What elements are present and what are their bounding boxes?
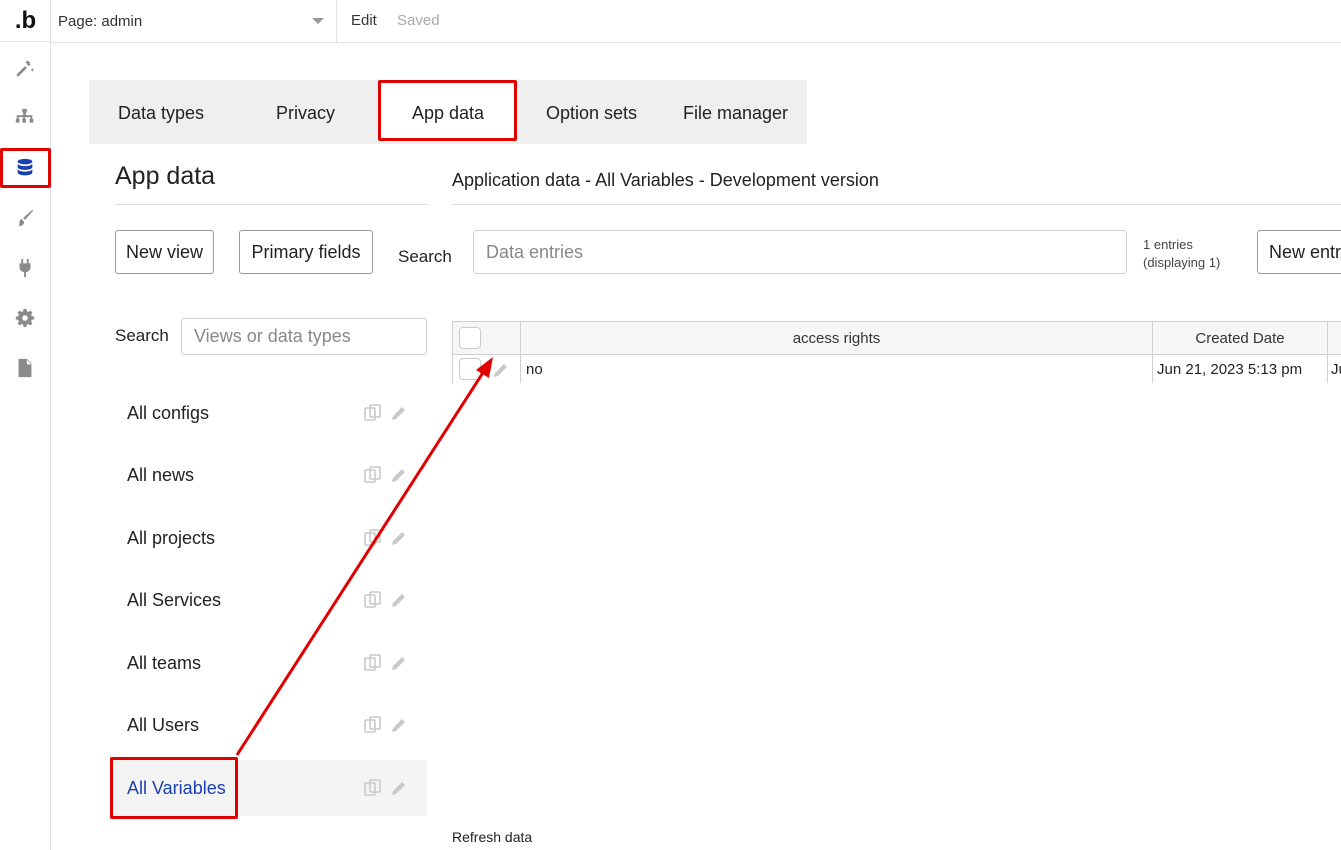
saved-status: Saved — [397, 12, 440, 29]
pencil-icon[interactable] — [389, 715, 409, 735]
document-icon[interactable] — [11, 354, 39, 382]
view-item-all-news[interactable]: All news — [111, 447, 427, 503]
database-highlight-box — [0, 148, 51, 188]
tab-option-sets[interactable]: Option sets — [546, 81, 637, 145]
page-selector-label: Page: admin — [58, 12, 143, 30]
copy-icon[interactable] — [363, 403, 383, 423]
brush-icon[interactable] — [11, 204, 39, 232]
copy-icon[interactable] — [363, 465, 383, 485]
table-row[interactable]: no Jun 21, 2023 5:13 pm Ju — [453, 355, 1341, 384]
cell-modified-date: Ju — [1331, 361, 1341, 378]
view-item-label: All Services — [127, 589, 222, 610]
left-rail: .b — [0, 0, 51, 850]
gear-icon[interactable] — [11, 304, 39, 332]
views-search-label: Search — [115, 326, 169, 345]
cell-created-date: Jun 21, 2023 5:13 pm — [1157, 361, 1303, 378]
copy-icon[interactable] — [363, 528, 383, 548]
new-view-button[interactable]: New view — [115, 230, 214, 274]
column-divider — [1327, 322, 1328, 383]
entries-count: 1 entries (displaying 1) — [1143, 236, 1220, 272]
pencil-icon[interactable] — [389, 590, 409, 610]
data-table: access rights Created Date no Jun 21, 20… — [452, 321, 1341, 384]
tab-privacy[interactable]: Privacy — [276, 81, 335, 145]
pencil-icon[interactable] — [389, 465, 409, 485]
pencil-icon[interactable] — [389, 403, 409, 423]
pencil-icon[interactable] — [389, 778, 409, 798]
pencil-icon[interactable] — [389, 528, 409, 548]
entries-displaying-line: (displaying 1) — [1143, 255, 1221, 270]
structure-icon[interactable] — [11, 104, 39, 132]
table-header: access rights Created Date — [453, 322, 1341, 355]
page-selector[interactable]: Page: admin — [51, 0, 337, 42]
tab-data-types[interactable]: Data types — [118, 81, 204, 145]
pencil-icon[interactable] — [389, 653, 409, 673]
plug-icon[interactable] — [11, 254, 39, 282]
view-item-label: All projects — [127, 527, 216, 548]
view-item-label: All Users — [127, 714, 200, 735]
view-item-label: All teams — [127, 652, 202, 673]
refresh-data-link[interactable]: Refresh data — [452, 829, 532, 845]
tab-app-data[interactable]: App data — [412, 81, 484, 145]
panel-title: App data — [115, 162, 216, 190]
bubble-logo[interactable]: .b — [0, 0, 51, 42]
column-header-access-rights[interactable]: access rights — [521, 330, 1152, 347]
column-divider — [520, 322, 521, 383]
all-variables-highlight-box — [110, 757, 238, 819]
design-icon[interactable] — [11, 54, 39, 82]
view-item-all-projects[interactable]: All projects — [111, 510, 427, 566]
new-entry-button[interactable]: New entr — [1257, 230, 1341, 274]
top-bar: Page: admin Edit Saved — [51, 0, 1341, 43]
view-item-label: All news — [127, 464, 195, 485]
select-all-checkbox[interactable] — [459, 327, 481, 349]
view-item-label: All configs — [127, 402, 210, 423]
view-item-all-users[interactable]: All Users — [111, 697, 427, 753]
chevron-down-icon — [312, 18, 324, 24]
copy-icon[interactable] — [363, 590, 383, 610]
cell-access-rights: no — [526, 361, 543, 378]
entries-search-label: Search — [398, 247, 452, 266]
pencil-icon[interactable] — [491, 360, 511, 380]
row-checkbox[interactable] — [459, 358, 481, 380]
views-search-input[interactable]: Views or data types — [181, 318, 427, 355]
entries-count-line: 1 entries — [1143, 237, 1193, 252]
view-item-all-configs[interactable]: All configs — [111, 385, 427, 441]
tab-file-manager[interactable]: File manager — [683, 81, 788, 145]
divider — [452, 204, 1341, 205]
copy-icon[interactable] — [363, 653, 383, 673]
view-item-all-teams[interactable]: All teams — [111, 635, 427, 691]
column-divider — [1152, 322, 1153, 383]
edit-menu[interactable]: Edit — [351, 12, 377, 29]
divider — [115, 204, 427, 205]
column-header-created-date[interactable]: Created Date — [1153, 330, 1327, 347]
copy-icon[interactable] — [363, 715, 383, 735]
copy-icon[interactable] — [363, 778, 383, 798]
view-item-all-services[interactable]: All Services — [111, 572, 427, 628]
content-title: Application data - All Variables - Devel… — [452, 170, 879, 190]
primary-fields-button[interactable]: Primary fields — [239, 230, 373, 274]
entries-search-input[interactable]: Data entries — [473, 230, 1127, 274]
